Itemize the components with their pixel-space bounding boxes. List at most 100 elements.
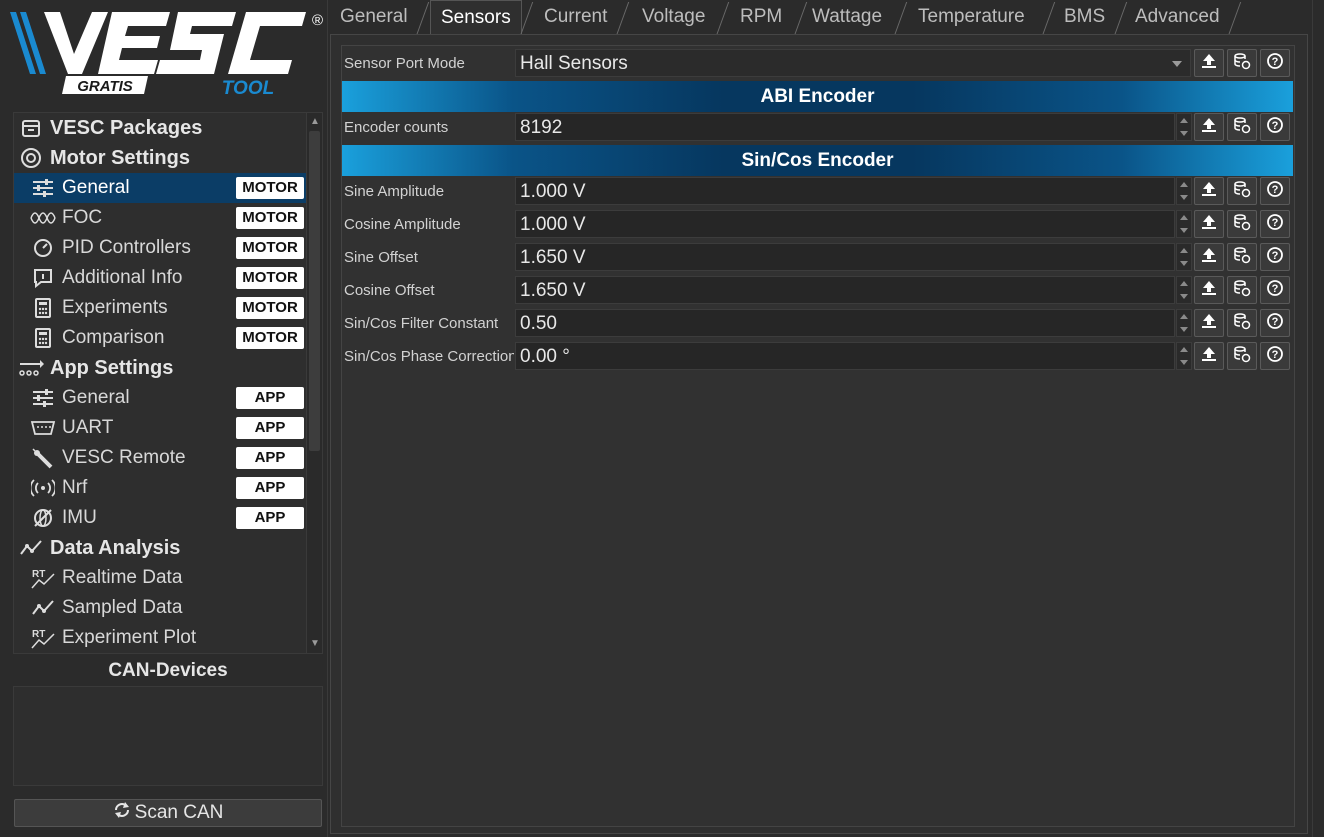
scroll-up-icon[interactable]: ▲ [308, 115, 322, 129]
help-button[interactable]: ? [1260, 309, 1290, 337]
help-button[interactable]: ? [1260, 243, 1290, 271]
nav-category-motor-settings[interactable]: Motor Settings [14, 143, 306, 173]
sidebar-item-app-settings-vesc-remote[interactable]: VESC Remote APP [14, 443, 306, 473]
upload-button[interactable] [1194, 210, 1224, 238]
spin-stepper[interactable] [1176, 342, 1192, 370]
sidebar-item-motor-settings-pid-controllers[interactable]: PID Controllers MOTOR [14, 233, 306, 263]
nav-scrollbar[interactable]: ▲ ▼ [306, 113, 322, 653]
calculator-icon [30, 297, 56, 319]
scrollbar-thumb[interactable] [309, 131, 320, 451]
sidebar-item-data-analysis-experiment-plot[interactable]: RT Experiment Plot [14, 623, 306, 653]
upload-icon [1201, 53, 1217, 74]
restore-default-button[interactable] [1227, 309, 1257, 337]
upload-button[interactable] [1194, 309, 1224, 337]
app-settings-icon [18, 357, 44, 379]
scan-can-button[interactable]: Scan CAN [14, 799, 322, 827]
sidebar-item-data-analysis-realtime-data[interactable]: RT Realtime Data [14, 563, 306, 593]
help-button[interactable]: ? [1260, 276, 1290, 304]
param-row-encoder-counts: Encoder counts 8192 ? [342, 112, 1293, 143]
sidebar-item-app-settings-general[interactable]: General APP [14, 383, 306, 413]
sidebar-item-motor-settings-comparison[interactable]: Comparison MOTOR [14, 323, 306, 353]
sidebar-item-app-settings-imu[interactable]: IMU APP [14, 503, 306, 533]
spin-stepper[interactable] [1176, 243, 1192, 271]
upload-button[interactable] [1194, 49, 1224, 77]
remote-icon [30, 447, 56, 469]
sine-amplitude-input[interactable]: 1.000 V [515, 177, 1175, 205]
sine-offset-input[interactable]: 1.650 V [515, 243, 1175, 271]
sidebar-item-motor-settings-general[interactable]: General MOTOR [14, 173, 306, 203]
help-button[interactable]: ? [1260, 177, 1290, 205]
tab-voltage[interactable]: Voltage [632, 0, 715, 34]
svg-text:?: ? [1272, 120, 1279, 132]
help-icon: ? [1266, 279, 1284, 302]
sidebar-item-data-analysis-sampled-data[interactable]: Sampled Data [14, 593, 306, 623]
tab-advanced[interactable]: Advanced [1125, 0, 1230, 34]
svg-text:TOOL: TOOL [222, 78, 274, 99]
spin-stepper[interactable] [1176, 210, 1192, 238]
restore-default-button[interactable] [1227, 342, 1257, 370]
scan-can-label: Scan CAN [134, 802, 224, 823]
cosine-offset-input[interactable]: 1.650 V [515, 276, 1175, 304]
svg-text:?: ? [1272, 184, 1279, 196]
tab-current[interactable]: Current [534, 0, 617, 34]
tab-bms[interactable]: BMS [1054, 0, 1115, 34]
nav-category-data-analysis[interactable]: Data Analysis [14, 533, 306, 563]
restore-default-button[interactable] [1227, 177, 1257, 205]
can-devices-list[interactable] [13, 686, 323, 786]
vesc-tool-window: GRATIS TOOL ® VESC Packages Motor Setting… [0, 0, 1324, 837]
scroll-down-icon[interactable]: ▼ [308, 637, 322, 651]
param-row-sine-amplitude: Sine Amplitude 1.000 V ? [342, 176, 1293, 207]
cosine-amplitude-input[interactable]: 1.000 V [515, 210, 1175, 238]
restore-default-button[interactable] [1227, 49, 1257, 77]
sidebar-item-label: Motor Settings [50, 146, 190, 169]
spin-stepper[interactable] [1176, 177, 1192, 205]
upload-button[interactable] [1194, 113, 1224, 141]
sampled-icon [30, 597, 56, 619]
database-restore-icon [1233, 116, 1251, 139]
sidebar-item-app-settings-uart[interactable]: UART APP [14, 413, 306, 443]
sidebar-item-app-settings-nrf[interactable]: Nrf APP [14, 473, 306, 503]
tab-temperature[interactable]: Temperature [908, 0, 1035, 34]
sidebar-item-motor-settings-experiments[interactable]: Experiments MOTOR [14, 293, 306, 323]
help-button[interactable]: ? [1260, 113, 1290, 141]
settings-tree: VESC Packages Motor Settings General MOTOR F… [13, 112, 323, 654]
spin-stepper[interactable] [1176, 113, 1192, 141]
help-button[interactable]: ? [1260, 342, 1290, 370]
param-label: Sensor Port Mode [344, 55, 465, 72]
svg-text:?: ? [1272, 316, 1279, 328]
tab-wattage[interactable]: Wattage [802, 0, 892, 34]
tab-sensors[interactable]: Sensors [430, 0, 522, 34]
upload-icon [1201, 280, 1217, 301]
sensor-port-mode-select[interactable]: Hall Sensors [515, 49, 1191, 77]
restore-default-button[interactable] [1227, 276, 1257, 304]
upload-button[interactable] [1194, 342, 1224, 370]
sensors-tab-content: Sensor Port Mode Hall Sensors ? ABI Enco… [330, 34, 1308, 834]
tab-rpm[interactable]: RPM [730, 0, 792, 34]
encoder-counts-input[interactable]: 8192 [515, 113, 1175, 141]
restore-default-button[interactable] [1227, 113, 1257, 141]
phase-correction-input[interactable]: 0.00 ° [515, 342, 1175, 370]
upload-button[interactable] [1194, 276, 1224, 304]
motor-icon [18, 147, 44, 169]
restore-default-button[interactable] [1227, 243, 1257, 271]
info-icon [30, 267, 56, 289]
upload-icon [1201, 247, 1217, 268]
upload-button[interactable] [1194, 177, 1224, 205]
help-button[interactable]: ? [1260, 49, 1290, 77]
right-toolbar-strip [1312, 0, 1324, 837]
sidebar-item-label: Data Analysis [50, 536, 181, 559]
help-icon: ? [1266, 345, 1284, 368]
nav-category-app-settings[interactable]: App Settings [14, 353, 306, 383]
spin-stepper[interactable] [1176, 309, 1192, 337]
sidebar-item-motor-settings-additional-info[interactable]: Additional Info MOTOR [14, 263, 306, 293]
help-button[interactable]: ? [1260, 210, 1290, 238]
badge-app: APP [236, 447, 304, 469]
spin-stepper[interactable] [1176, 276, 1192, 304]
package-icon [18, 117, 44, 139]
sidebar-item-motor-settings-foc[interactable]: FOC MOTOR [14, 203, 306, 233]
upload-button[interactable] [1194, 243, 1224, 271]
restore-default-button[interactable] [1227, 210, 1257, 238]
filter-constant-input[interactable]: 0.50 [515, 309, 1175, 337]
nav-category-vesc-packages[interactable]: VESC Packages [14, 113, 306, 143]
tab-general[interactable]: General [330, 0, 418, 34]
